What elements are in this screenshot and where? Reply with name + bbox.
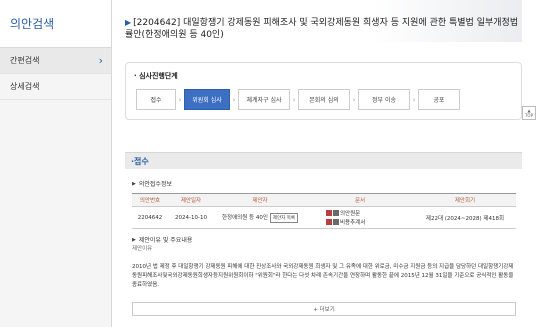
sidebar-item-label: 상세검색 — [10, 82, 40, 91]
hwp-icon[interactable] — [333, 219, 339, 225]
documents-cell: 의안원문 비용추계서 — [306, 206, 414, 229]
sidebar-item-label: 간편검색 — [10, 56, 40, 65]
reason-text: 2010년 법 제정 후 대일항쟁기 강제동원 피해에 대한 진상조사와 국외강… — [132, 264, 514, 288]
doc-original-link[interactable]: 의안원문 — [326, 209, 414, 217]
table-header: 제안회기 — [414, 193, 516, 207]
reason-sublabel: 제안이유 — [132, 246, 153, 252]
table-row: 2204642 2024-10-10 한정애의원 등 40인 제안자 목록 의안원… — [132, 206, 516, 229]
section-receipt-header: · 접수 — [125, 152, 522, 169]
session-cell: 제22대 (2024~2028) 제418회 — [414, 206, 516, 229]
reason-section-label: ▶ 제안이유 및 주요내용 — [132, 236, 193, 245]
more-button[interactable]: + 더보기 — [132, 302, 516, 316]
doc-cost-link[interactable]: 비용추계서 — [326, 218, 414, 226]
sidebar-item-simple-search[interactable]: 간편검색 › — [0, 48, 111, 74]
chevron-right-icon: › — [98, 54, 103, 67]
bill-number-cell: 2204642 — [132, 206, 168, 229]
table-header: 의안번호 — [132, 193, 168, 207]
stage-progress-box: · 심사진행단계 접수 › 위원회 심사 › 체계자구 심사 › 본회의 심의 … — [125, 62, 522, 120]
table-header: 제안일자 — [168, 193, 214, 207]
table-header: 제안자 — [214, 193, 306, 207]
stage-committee: 위원회 심사 — [184, 89, 230, 110]
main-content: ▶ [2204642] 대일항쟁기 강제동원 피해조사 및 국외강제동원 희생자 … — [122, 0, 522, 327]
hwp-icon[interactable] — [333, 210, 339, 216]
chevron-right-icon: › — [178, 95, 182, 104]
date-cell: 2024-10-10 — [168, 206, 214, 229]
proposer-list-button[interactable]: 제안자 목록 — [269, 212, 299, 223]
arrow-icon: ▶ — [125, 18, 132, 27]
chevron-right-icon: › — [412, 95, 416, 104]
page-title: ▶ [2204642] 대일항쟁기 강제동원 피해조사 및 국외강제동원 희생자 … — [125, 18, 519, 40]
sidebar: 의안검색 간편검색 › 상세검색 — [0, 0, 112, 327]
proposer-cell: 한정애의원 등 40인 제안자 목록 — [214, 206, 306, 229]
chevron-right-icon: › — [292, 95, 296, 104]
stage-steps: 접수 › 위원회 심사 › 체계자구 심사 › 본회의 심의 › 정부 이송 ›… — [136, 89, 460, 110]
receipt-info-table: 의안번호 제안일자 제안자 문서 제안회기 2204642 2024-10-10… — [132, 193, 516, 229]
pdf-icon[interactable] — [326, 219, 332, 225]
stage-transfer: 정부 이송 — [358, 89, 410, 110]
chevron-right-icon: › — [352, 95, 356, 104]
pdf-icon[interactable] — [326, 210, 332, 216]
scroll-top-button[interactable]: ▲ TOP — [522, 106, 536, 120]
sidebar-title: 의안검색 — [0, 0, 111, 48]
stage-legal-review: 체계자구 심사 — [238, 89, 290, 110]
stage-received: 접수 — [136, 89, 176, 110]
stage-section-title: · 심사진행단계 — [134, 72, 178, 80]
sidebar-item-detail-search[interactable]: 상세검색 — [0, 74, 111, 100]
stage-promulgation: 공포 — [418, 89, 460, 110]
receipt-info-label: ▶ 의안접수정보 — [132, 180, 172, 189]
triangle-icon: ▶ — [132, 180, 136, 187]
stage-plenary: 본회의 심의 — [298, 89, 350, 110]
chevron-right-icon: › — [232, 95, 236, 104]
triangle-icon: ▶ — [132, 236, 136, 243]
table-header: 문서 — [306, 193, 414, 207]
